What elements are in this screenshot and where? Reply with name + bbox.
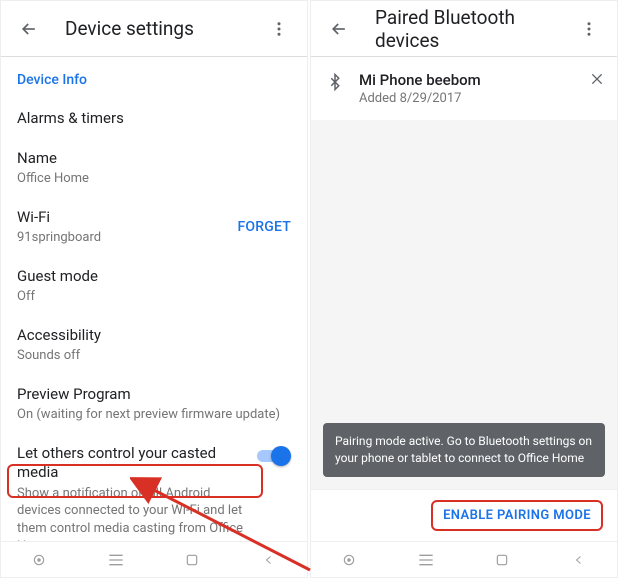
name-label: Name (17, 149, 291, 169)
cast-label: Let others control your casted media (17, 444, 249, 483)
nav-overview-icon[interactable] (28, 549, 50, 571)
accessibility-label: Accessibility (17, 326, 291, 346)
cast-desc: Show a notification on all Android devic… (17, 485, 249, 541)
accessibility-value: Sounds off (17, 347, 291, 365)
android-nav-bar (311, 541, 617, 577)
wifi-row[interactable]: Wi-Fi 91springboard FORGET (1, 198, 307, 257)
nav-overview-icon[interactable] (338, 549, 360, 571)
enable-pairing-button[interactable]: ENABLE PAIRING MODE (431, 500, 603, 531)
preview-value: On (waiting for next preview firmware up… (17, 406, 291, 424)
wifi-forget-button[interactable]: FORGET (238, 219, 291, 235)
guest-mode-row[interactable]: Guest mode Off (1, 257, 307, 316)
empty-area: Pairing mode active. Go to Bluetooth set… (311, 120, 617, 489)
overflow-menu-icon[interactable] (569, 9, 609, 49)
page-title: Device settings (49, 17, 259, 40)
back-icon[interactable] (319, 9, 359, 49)
accessibility-row[interactable]: Accessibility Sounds off (1, 316, 307, 375)
preview-program-row[interactable]: Preview Program On (waiting for next pre… (1, 375, 307, 434)
remove-device-icon[interactable] (589, 71, 605, 91)
cast-control-row[interactable]: Let others control your casted media Sho… (1, 434, 307, 541)
guest-value: Off (17, 288, 291, 306)
paired-device-row[interactable]: Mi Phone beebom Added 8/29/2017 (311, 57, 617, 120)
page-title: Paired Bluetooth devices (359, 6, 569, 52)
back-icon[interactable] (9, 9, 49, 49)
appbar: Device settings (1, 1, 307, 57)
nav-home-icon[interactable] (491, 549, 513, 571)
alarms-label: Alarms & timers (17, 109, 291, 129)
name-value: Office Home (17, 170, 291, 188)
device-name: Mi Phone beebom (359, 71, 577, 89)
nav-home-icon[interactable] (181, 549, 203, 571)
overflow-menu-icon[interactable] (259, 9, 299, 49)
appbar: Paired Bluetooth devices (311, 1, 617, 57)
bluetooth-icon (323, 71, 347, 97)
nav-menu-icon[interactable] (105, 549, 127, 571)
device-info-row[interactable]: Device Info (1, 61, 307, 99)
guest-label: Guest mode (17, 267, 291, 287)
paired-devices-screen: Paired Bluetooth devices Mi Phone beebom… (310, 0, 618, 578)
settings-list: Device Info Alarms & timers Name Office … (1, 57, 307, 541)
device-info-label: Device Info (17, 71, 291, 89)
device-added-date: Added 8/29/2017 (359, 91, 577, 106)
bottom-action-bar: ENABLE PAIRING MODE (311, 489, 617, 541)
nav-back-icon[interactable] (258, 549, 280, 571)
alarms-row[interactable]: Alarms & timers (1, 99, 307, 139)
preview-label: Preview Program (17, 385, 291, 405)
nav-back-icon[interactable] (568, 549, 590, 571)
name-row[interactable]: Name Office Home (1, 139, 307, 198)
nav-menu-icon[interactable] (415, 549, 437, 571)
cast-toggle[interactable] (257, 446, 291, 466)
pairing-toast: Pairing mode active. Go to Bluetooth set… (323, 423, 605, 477)
android-nav-bar (1, 541, 307, 577)
device-settings-screen: Device settings Device Info Alarms & tim… (0, 0, 308, 578)
wifi-label: Wi-Fi (17, 208, 238, 228)
wifi-value: 91springboard (17, 229, 238, 247)
